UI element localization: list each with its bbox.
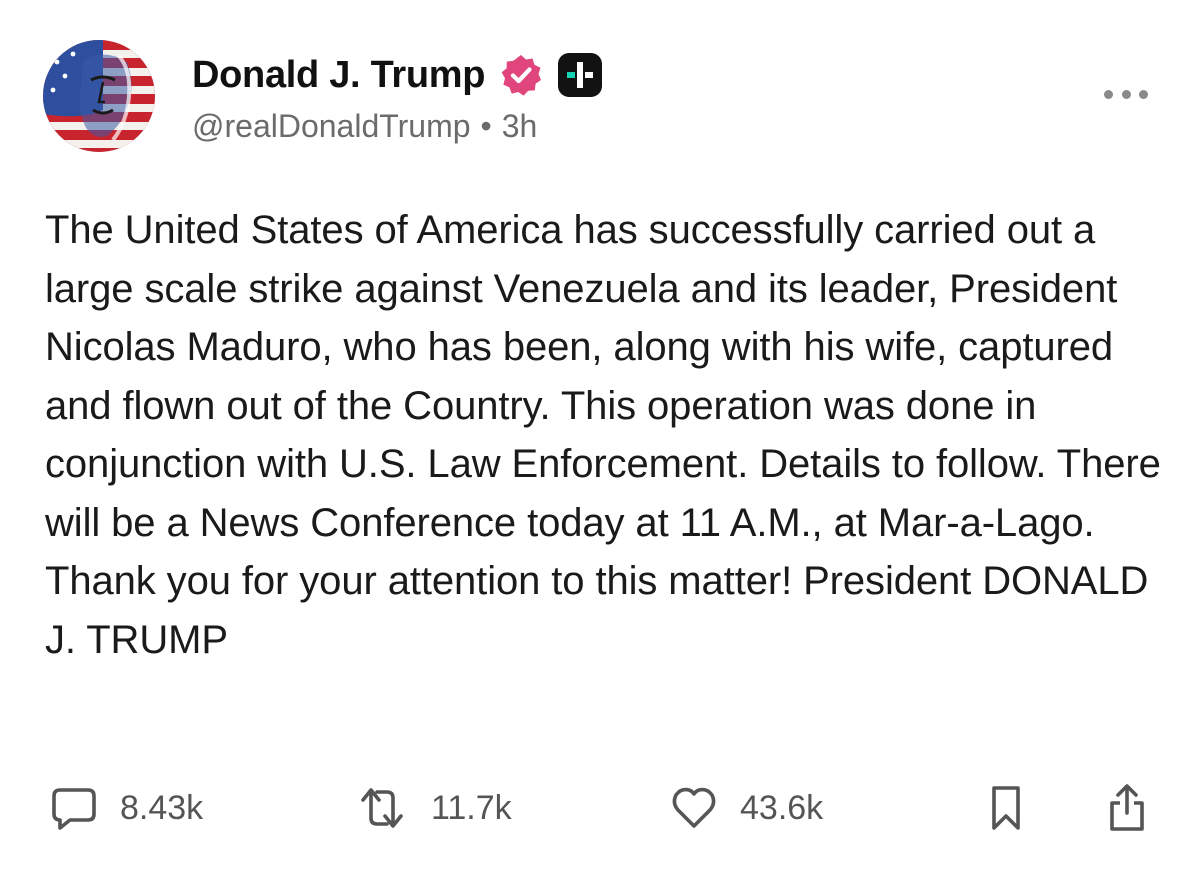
heart-icon <box>672 787 716 828</box>
plus-badge-icon <box>558 53 603 97</box>
post-text: The United States of America has success… <box>45 208 1161 662</box>
share-button[interactable] <box>1106 780 1148 836</box>
retruth-button[interactable]: 11.7k <box>355 780 512 836</box>
retruth-count: 11.7k <box>431 788 512 827</box>
more-dot <box>1139 89 1148 99</box>
post-actions-bar: 8.43k 11.7k 43.6k <box>0 780 1200 836</box>
like-count: 43.6k <box>740 788 824 827</box>
share-icon <box>1110 784 1144 831</box>
author-display-name[interactable]: Donald J. Trump <box>192 54 486 97</box>
meta-separator: • <box>480 108 492 144</box>
author-handle[interactable]: @realDonaldTrump <box>192 108 471 144</box>
author-name-row: Donald J. Trump <box>192 50 603 100</box>
post-timestamp[interactable]: 3h <box>502 108 538 144</box>
bookmark-button[interactable] <box>986 780 1026 836</box>
avatar-image <box>43 40 155 152</box>
bookmark-icon <box>992 786 1020 830</box>
reply-count: 8.43k <box>120 788 204 827</box>
avatar[interactable] <box>43 40 155 152</box>
verified-badge-icon <box>501 55 542 96</box>
author-meta-row: @realDonaldTrump • 3h <box>192 108 537 145</box>
reply-icon <box>52 788 96 830</box>
more-dot <box>1121 89 1131 99</box>
post-card: Donald J. Trump @realDonaldTrump • 3h The … <box>0 0 1200 872</box>
more-options-icon[interactable] <box>1104 82 1148 106</box>
more-dot <box>1104 89 1113 99</box>
reply-button[interactable]: 8.43k <box>50 780 203 836</box>
like-button[interactable]: 43.6k <box>670 780 823 836</box>
retruth-icon <box>361 788 403 828</box>
